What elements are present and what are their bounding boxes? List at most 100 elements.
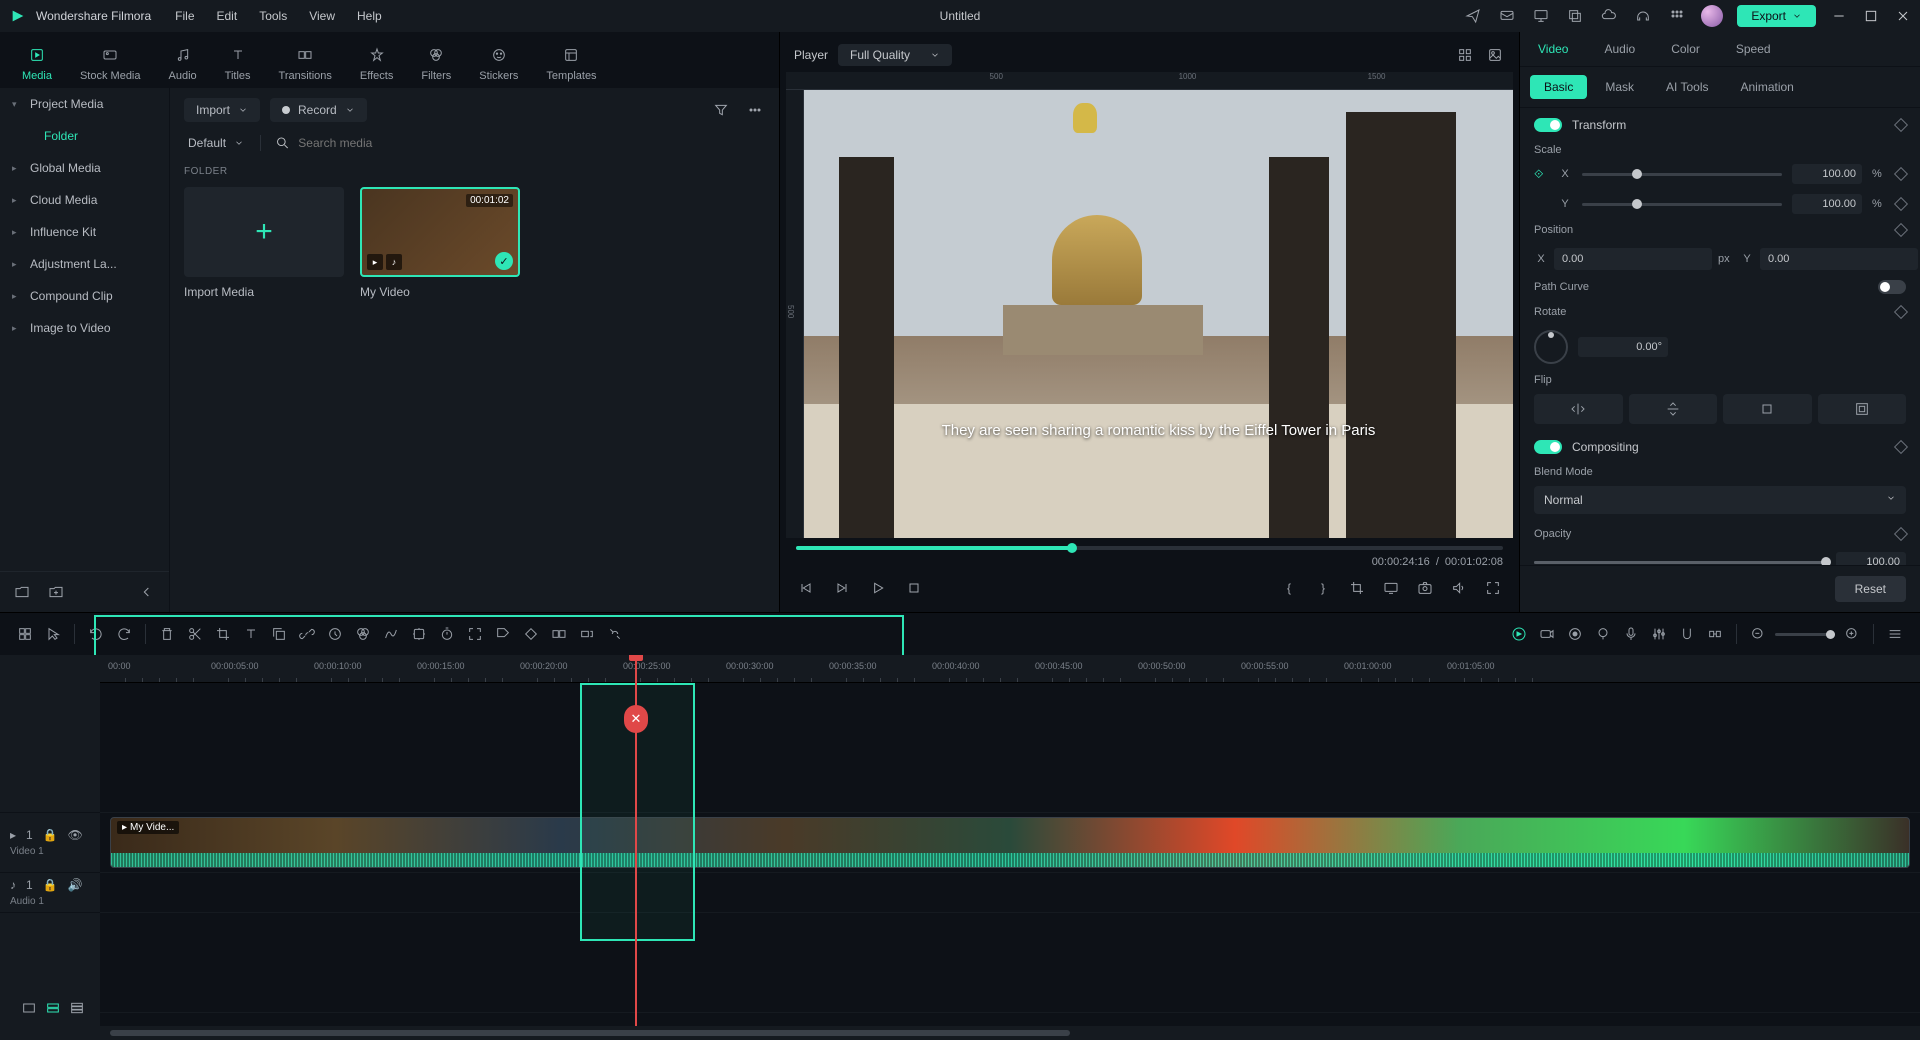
mixer-icon[interactable] xyxy=(1648,621,1670,647)
expand-icon[interactable] xyxy=(464,621,486,647)
volume-icon[interactable] xyxy=(1449,578,1469,598)
minimize-icon[interactable] xyxy=(1830,7,1848,25)
new-folder-icon[interactable] xyxy=(46,582,66,602)
message-icon[interactable] xyxy=(1497,6,1517,26)
path-curve-toggle[interactable] xyxy=(1878,280,1906,294)
timer-icon[interactable] xyxy=(436,621,458,647)
keyframe-icon[interactable] xyxy=(1894,118,1908,132)
color-icon[interactable] xyxy=(352,621,374,647)
nav-project-media[interactable]: ▾Project Media xyxy=(0,88,169,120)
menu-edit[interactable]: Edit xyxy=(217,9,238,23)
zoom-slider[interactable] xyxy=(1775,633,1835,636)
link-icon[interactable]: ⟐ xyxy=(1534,167,1548,182)
export-button[interactable]: Export xyxy=(1737,5,1816,27)
curve-icon[interactable] xyxy=(380,621,402,647)
subtab-animation[interactable]: Animation xyxy=(1726,75,1807,99)
scale-x-input[interactable] xyxy=(1792,164,1862,184)
maximize-icon[interactable] xyxy=(1862,7,1880,25)
layers-icon[interactable] xyxy=(1565,6,1585,26)
compositing-toggle[interactable] xyxy=(1534,440,1562,454)
menu-file[interactable]: File xyxy=(175,9,194,23)
display-icon[interactable] xyxy=(1381,578,1401,598)
video-card[interactable]: 00:01:02 ✓ ▸♪ My Video xyxy=(360,187,520,299)
pos-x-input[interactable] xyxy=(1554,248,1712,270)
crop-tool-icon[interactable] xyxy=(212,621,234,647)
zoom-out-icon[interactable] xyxy=(1747,621,1769,647)
link-tool-icon[interactable] xyxy=(296,621,318,647)
tab-stock[interactable]: Stock Media xyxy=(66,38,155,88)
nav-compound-clip[interactable]: ▸Compound Clip xyxy=(0,280,169,312)
import-dropdown[interactable]: Import xyxy=(184,98,260,122)
lock-icon[interactable]: 🔒 xyxy=(43,828,58,842)
undo-icon[interactable] xyxy=(85,621,107,647)
nav-image-to-video[interactable]: ▸Image to Video xyxy=(0,312,169,344)
opacity-input[interactable] xyxy=(1836,552,1906,565)
prev-frame-icon[interactable] xyxy=(796,578,816,598)
prop-tab-video[interactable]: Video xyxy=(1520,32,1586,66)
nav-adjustment-layer[interactable]: ▸Adjustment La... xyxy=(0,248,169,280)
menu-help[interactable]: Help xyxy=(357,9,382,23)
keyframe-icon[interactable] xyxy=(1894,440,1908,454)
mute-icon[interactable]: 🔊 xyxy=(68,878,83,892)
prop-tab-color[interactable]: Color xyxy=(1653,32,1718,66)
next-frame-icon[interactable] xyxy=(832,578,852,598)
progress-bar[interactable] xyxy=(796,546,1503,550)
scale-y-slider[interactable] xyxy=(1582,203,1782,206)
snap-icon[interactable] xyxy=(1676,621,1698,647)
detach-icon[interactable] xyxy=(604,621,626,647)
cursor-icon[interactable] xyxy=(42,621,64,647)
tab-titles[interactable]: Titles xyxy=(211,38,265,88)
fit-button[interactable] xyxy=(1723,394,1812,424)
tab-stickers[interactable]: Stickers xyxy=(465,38,532,88)
tl-layout2-icon[interactable] xyxy=(42,998,64,1018)
fill-button[interactable] xyxy=(1818,394,1907,424)
collapse-icon[interactable] xyxy=(137,582,157,602)
video-clip[interactable]: ▸My Vide... xyxy=(110,817,1910,868)
transform-toggle[interactable] xyxy=(1534,118,1562,132)
keyframe-tool-icon[interactable] xyxy=(520,621,542,647)
blend-dropdown[interactable]: Normal xyxy=(1534,486,1906,514)
text-icon[interactable] xyxy=(240,621,262,647)
delete-icon[interactable] xyxy=(156,621,178,647)
subtab-ai-tools[interactable]: AI Tools xyxy=(1652,75,1722,99)
snapshot-icon[interactable] xyxy=(1415,578,1435,598)
scale-x-slider[interactable] xyxy=(1582,173,1782,176)
folder-icon[interactable] xyxy=(12,582,32,602)
prop-tab-speed[interactable]: Speed xyxy=(1718,32,1789,66)
playhead[interactable]: ✕ xyxy=(635,655,637,1026)
layout-icon[interactable] xyxy=(14,621,36,647)
crop-icon[interactable] xyxy=(1347,578,1367,598)
fullscreen-icon[interactable] xyxy=(1483,578,1503,598)
speed-icon[interactable] xyxy=(324,621,346,647)
tab-audio[interactable]: Audio xyxy=(155,38,211,88)
tab-media[interactable]: Media xyxy=(8,38,66,88)
timeline-tracks[interactable]: 00:0000:00:05:0000:00:10:0000:00:15:0000… xyxy=(100,655,1920,1026)
record-timeline-icon[interactable] xyxy=(1564,621,1586,647)
tab-effects[interactable]: Effects xyxy=(346,38,407,88)
subtab-basic[interactable]: Basic xyxy=(1530,75,1587,99)
camera-icon[interactable] xyxy=(1536,621,1558,647)
tl-layout1-icon[interactable] xyxy=(18,998,40,1018)
close-icon[interactable] xyxy=(1894,7,1912,25)
tl-layout3-icon[interactable] xyxy=(66,998,88,1018)
ai-icon[interactable] xyxy=(408,621,430,647)
pos-y-input[interactable] xyxy=(1760,248,1918,270)
tag-icon[interactable] xyxy=(492,621,514,647)
eye-icon[interactable]: 👁 xyxy=(68,828,83,842)
keyframe-icon[interactable] xyxy=(1894,223,1908,237)
subtab-mask[interactable]: Mask xyxy=(1591,75,1648,99)
bracket-close-icon[interactable]: } xyxy=(1313,578,1333,598)
marker-icon[interactable] xyxy=(1592,621,1614,647)
group-icon[interactable] xyxy=(548,621,570,647)
send-icon[interactable] xyxy=(1463,6,1483,26)
nav-global-media[interactable]: ▸Global Media xyxy=(0,152,169,184)
monitor-icon[interactable] xyxy=(1531,6,1551,26)
image-icon[interactable] xyxy=(1485,45,1505,65)
import-card[interactable]: + Import Media xyxy=(184,187,344,299)
nav-cloud-media[interactable]: ▸Cloud Media xyxy=(0,184,169,216)
play-icon[interactable] xyxy=(868,578,888,598)
bracket-open-icon[interactable]: { xyxy=(1279,578,1299,598)
timeline-ruler[interactable]: 00:0000:00:05:0000:00:10:0000:00:15:0000… xyxy=(100,655,1920,683)
menu-tools[interactable]: Tools xyxy=(259,9,287,23)
headphones-icon[interactable] xyxy=(1633,6,1653,26)
